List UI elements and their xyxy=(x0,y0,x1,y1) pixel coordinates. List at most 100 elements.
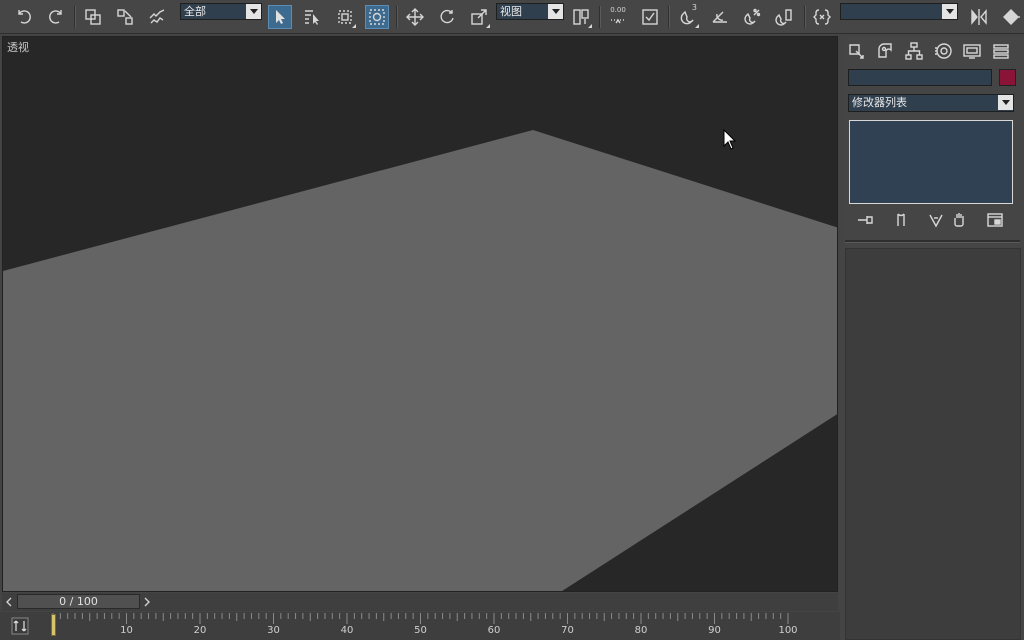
bind-to-space-warp-button[interactable] xyxy=(145,5,169,29)
percent-magnet-icon xyxy=(744,8,761,25)
select-by-name-button[interactable] xyxy=(300,5,324,29)
chevron-right-icon xyxy=(144,597,150,606)
trash-hand-icon xyxy=(954,213,964,227)
modifier-list-label: 修改器列表 xyxy=(852,96,907,109)
open-mini-curve-editor-button[interactable] xyxy=(10,616,30,636)
named-selection-sets-dropdown[interactable] xyxy=(840,3,958,20)
edit-named-selection-button[interactable] xyxy=(638,5,662,29)
tick-label: 50 xyxy=(414,625,427,636)
spinner-snap-toggle[interactable]: 0.00 xyxy=(606,5,630,29)
parameters-rollout-area[interactable] xyxy=(845,248,1021,640)
redo-button[interactable] xyxy=(44,5,68,29)
chevron-down-icon xyxy=(246,4,261,19)
hierarchy-tab[interactable] xyxy=(903,40,925,62)
next-frame-button[interactable] xyxy=(140,594,154,609)
display-icon xyxy=(963,44,981,59)
link-icon xyxy=(85,9,101,25)
panel-divider xyxy=(845,240,1020,243)
modifier-list-dropdown[interactable]: 修改器列表 xyxy=(848,94,1014,112)
hierarchy-icon xyxy=(905,42,923,60)
utilities-tab[interactable] xyxy=(990,40,1012,62)
mouse-cursor-icon xyxy=(723,129,737,150)
align-button[interactable] xyxy=(999,5,1023,29)
time-slider[interactable]: 0 / 100 xyxy=(2,593,838,611)
modify-tab[interactable] xyxy=(874,40,896,62)
curve-editor-icon xyxy=(11,617,29,635)
create-tab[interactable] xyxy=(845,40,867,62)
make-unique-icon xyxy=(929,214,943,228)
end-result-icon xyxy=(897,213,905,226)
current-time-marker[interactable] xyxy=(51,614,56,636)
display-tab[interactable] xyxy=(961,40,983,62)
spinner-snap-magnet-toggle[interactable] xyxy=(772,5,796,29)
selection-filter-dropdown[interactable]: 全部 xyxy=(180,3,262,20)
mirror-icon xyxy=(971,9,987,25)
braces-icon xyxy=(813,9,831,25)
object-color-swatch[interactable] xyxy=(999,69,1016,86)
pivot-center-icon xyxy=(573,9,589,25)
move-icon xyxy=(406,8,424,26)
rotate-icon xyxy=(440,9,454,24)
percent-snap-toggle[interactable] xyxy=(740,5,764,29)
frame-display: 0 / 100 xyxy=(59,595,98,608)
align-icon xyxy=(1003,9,1020,25)
unlink-icon xyxy=(117,9,133,25)
spinner-snap-value: 0.00 xyxy=(610,6,626,14)
scene-plane xyxy=(3,130,837,591)
object-name-field[interactable] xyxy=(848,69,992,86)
tick-label: 100 xyxy=(778,625,798,636)
make-unique-button[interactable] xyxy=(926,210,946,230)
utilities-icon xyxy=(993,44,1009,59)
select-by-name-icon xyxy=(305,10,319,25)
chevron-left-icon xyxy=(6,597,12,606)
rectangular-selection-region-button[interactable] xyxy=(333,5,357,29)
undo-icon xyxy=(18,10,31,24)
unlink-selection-button[interactable] xyxy=(113,5,137,29)
snaps-toggle-button[interactable]: 3 xyxy=(676,3,700,29)
modify-icon xyxy=(878,43,892,58)
modifier-stack-list[interactable] xyxy=(849,120,1013,204)
select-and-link-button[interactable] xyxy=(81,5,105,29)
remove-modifier-button[interactable] xyxy=(949,210,969,230)
tick-label: 30 xyxy=(267,625,280,636)
select-and-move-button[interactable] xyxy=(403,5,427,29)
ground-plane xyxy=(3,130,837,591)
window-crossing-toggle[interactable] xyxy=(365,5,389,29)
select-and-rotate-button[interactable] xyxy=(435,5,459,29)
time-slider-handle[interactable]: 0 / 100 xyxy=(17,594,140,609)
show-end-result-button[interactable] xyxy=(891,210,911,230)
angle-snap-toggle[interactable] xyxy=(708,5,732,29)
frame-ruler[interactable]: 0102030405060708090100 xyxy=(48,612,838,640)
undo-button[interactable] xyxy=(12,5,36,29)
main-toolbar: 全部 视图 0.00 3 xyxy=(0,0,1024,34)
previous-frame-button[interactable] xyxy=(2,594,16,609)
viewport-label[interactable]: 透视 xyxy=(7,39,29,55)
tick-label: 70 xyxy=(561,625,574,636)
tick-label: 20 xyxy=(193,625,207,636)
angle-magnet-icon xyxy=(712,11,727,23)
select-and-scale-button[interactable] xyxy=(467,5,491,29)
reference-coordinate-dropdown[interactable]: 视图 xyxy=(496,3,564,20)
scale-icon xyxy=(471,9,487,25)
configure-modifier-sets-button[interactable] xyxy=(985,210,1005,230)
motion-icon xyxy=(935,43,952,59)
space-warp-icon xyxy=(149,9,165,24)
cursor-arrow-icon xyxy=(276,10,285,24)
rectangle-selection-icon xyxy=(338,10,352,24)
motion-tab[interactable] xyxy=(932,40,954,62)
tick-label: 10 xyxy=(120,625,133,636)
track-bar[interactable]: 0102030405060708090100 xyxy=(0,612,840,640)
snap-dimension-label: 3 xyxy=(691,3,697,12)
window-crossing-icon xyxy=(369,9,385,25)
checkbox-icon xyxy=(642,9,658,25)
select-object-button[interactable] xyxy=(268,5,292,29)
redo-icon xyxy=(49,10,62,24)
tick-label: 80 xyxy=(634,625,648,636)
tick-label: 40 xyxy=(340,625,354,636)
use-pivot-point-center-button[interactable] xyxy=(569,5,593,29)
edit-named-selection-sets-button[interactable] xyxy=(810,5,834,29)
create-icon xyxy=(849,44,864,59)
mirror-button[interactable] xyxy=(967,5,991,29)
perspective-viewport[interactable]: 透视 xyxy=(2,36,838,592)
pin-stack-button[interactable] xyxy=(855,210,875,230)
